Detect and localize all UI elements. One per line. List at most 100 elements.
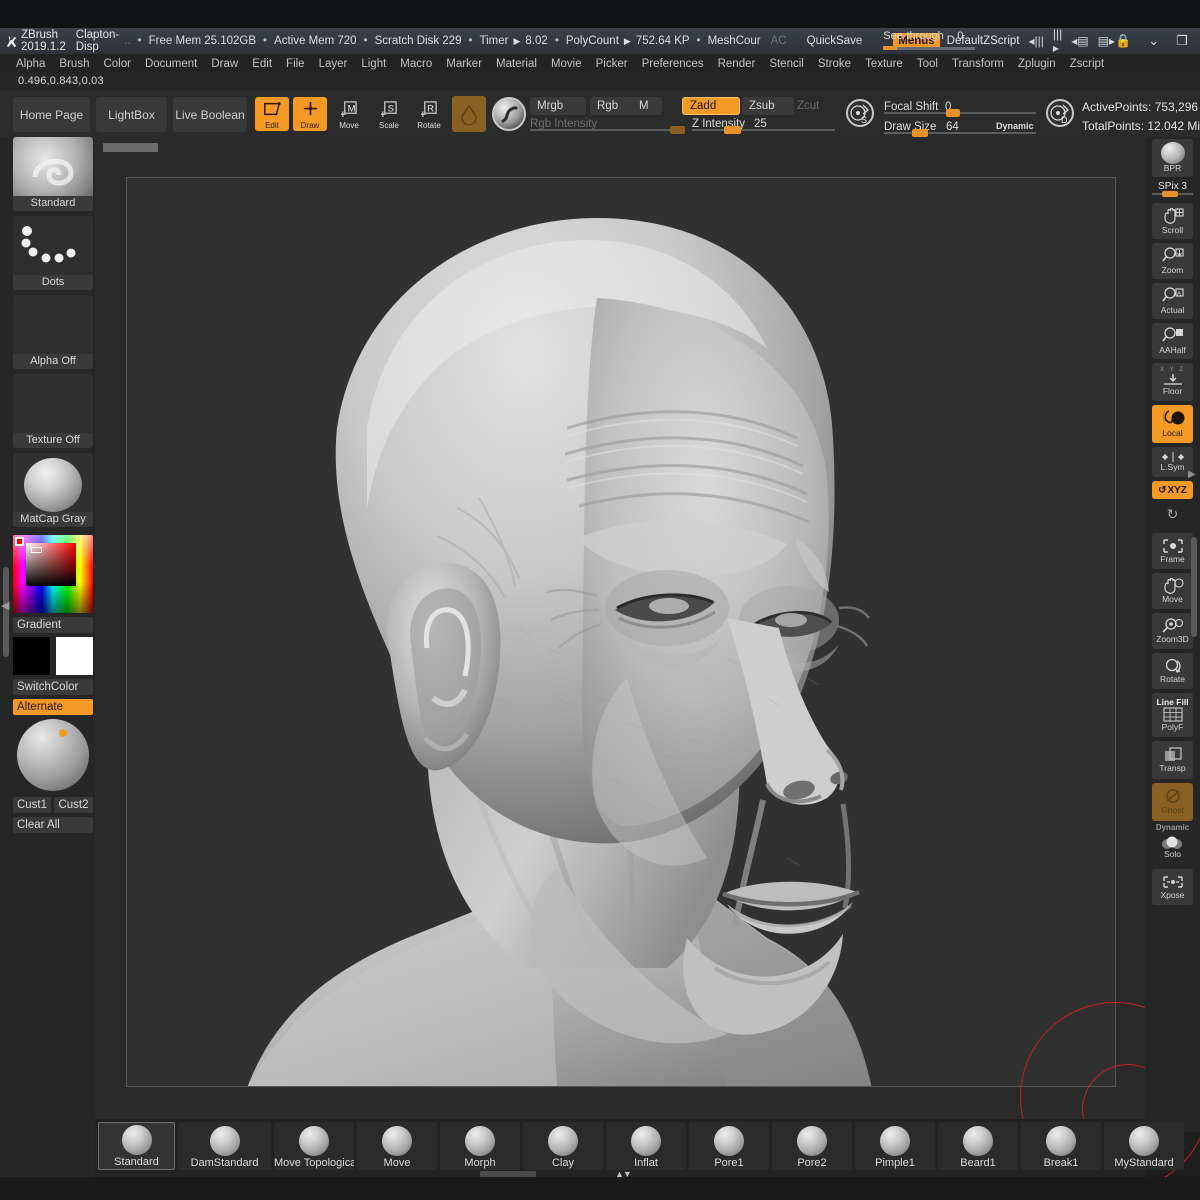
prev-script-icon[interactable]: ◂||| [1029,34,1044,48]
right-panel-expand-arrow[interactable]: ▶ [1188,469,1196,480]
spix-slider[interactable]: SPix 3 [1152,181,1193,197]
draw-size-knob[interactable] [912,129,928,137]
save-ui-icon[interactable]: ▤▸ [1098,34,1115,48]
menu-transform[interactable]: Transform [946,57,1010,71]
polyframe-button[interactable]: Line Fill PolyF [1152,693,1193,737]
zsub-button[interactable]: Zsub [742,97,794,115]
color-marker-secondary[interactable] [31,547,42,553]
menu-texture[interactable]: Texture [859,57,909,71]
quicksave-button[interactable]: QuickSave [802,35,868,47]
shelf-brush-break1[interactable]: Break1 [1021,1122,1101,1170]
move-nav-button[interactable]: Move [1152,573,1193,609]
zadd-button[interactable]: Zadd [682,97,740,115]
menu-alpha[interactable]: Alpha [10,57,51,71]
maximize-icon[interactable]: ❐ [1176,33,1188,49]
menu-draw[interactable]: Draw [205,57,244,71]
gradient-button[interactable]: Gradient [13,617,93,633]
rgb-button[interactable]: Rgb [590,97,638,115]
scroll-button[interactable]: Scroll [1152,203,1193,239]
rotate-cw-icon[interactable]: ↻ [1152,503,1193,525]
rgb-intensity-slider[interactable]: Rgb Intensity [530,118,685,134]
draw-size-slider[interactable]: Draw Size 64 Dynamic [884,121,1036,137]
z-intensity-slider[interactable]: Z Intensity 25 [692,118,835,134]
shelf-brush-move[interactable]: Move [357,1122,437,1170]
switch-color-button[interactable]: SwitchColor [13,679,93,695]
shelf-brush-pore2[interactable]: Pore2 [772,1122,852,1170]
zoom3d-button[interactable]: Zoom3D [1152,613,1193,649]
canvas-area[interactable] [95,137,1200,1192]
primary-color-swatch[interactable] [13,637,50,675]
rgb-intensity-knob[interactable] [670,126,685,134]
sculpt-model[interactable] [127,178,1116,1087]
m-button[interactable]: M [632,97,662,115]
shelf-brush-morph[interactable]: Morph [440,1122,520,1170]
focal-shift-slider[interactable]: Focal Shift 0 [884,101,1036,117]
current-alpha-tile[interactable]: Alpha Off [13,295,93,369]
color-picker[interactable] [13,535,93,613]
shelf-brush-beard1[interactable]: Beard1 [938,1122,1018,1170]
minimize-icon[interactable]: ⌄ [1148,33,1159,49]
cust2-button[interactable]: Cust2 [54,797,93,813]
zoom-button[interactable]: Zoom [1152,243,1193,279]
current-alpha-preview[interactable] [452,96,486,132]
mrgb-button[interactable]: Mrgb [530,97,586,115]
menu-marker[interactable]: Marker [440,57,488,71]
menu-movie[interactable]: Movie [545,57,588,71]
alternate-button[interactable]: Alternate [13,699,93,715]
spix-knob[interactable] [1162,191,1178,197]
menu-file[interactable]: File [280,57,311,71]
menu-render[interactable]: Render [712,57,762,71]
scale-mode-button[interactable]: S Scale [374,97,404,131]
menu-material[interactable]: Material [490,57,543,71]
local-symmetry-button[interactable]: L.Sym [1152,447,1193,477]
left-panel-scrollbar[interactable] [3,567,9,657]
xyz-button[interactable]: ↺ XYZ [1152,481,1193,499]
menu-preferences[interactable]: Preferences [636,57,710,71]
clear-all-button[interactable]: Clear All [13,817,93,833]
menu-color[interactable]: Color [97,57,136,71]
menu-brush[interactable]: Brush [53,57,95,71]
shelf-brush-inflat[interactable]: Inflat [606,1122,686,1170]
edit-mode-button[interactable]: Edit [255,97,289,131]
shelf-brush-move-topological[interactable]: Move Topologica [274,1122,354,1170]
ghost-button[interactable]: Ghost [1152,783,1193,821]
stroke-s-icon[interactable]: S [846,99,874,127]
current-stroke-tile[interactable]: Dots [13,216,93,290]
bpr-render-button[interactable]: BPR [1152,139,1193,177]
draw-mode-button[interactable]: Draw [293,97,327,131]
lock-icon[interactable]: 🔒 [1115,33,1131,49]
shelf-brush-damstandard[interactable]: DamStandard [178,1122,271,1170]
current-material-preview[interactable] [492,97,526,131]
focal-shift-knob[interactable] [946,109,960,117]
secondary-color-swatch[interactable] [56,637,93,675]
next-script-icon[interactable]: |||▸ [1053,27,1062,55]
canvas-viewport[interactable] [126,177,1116,1087]
current-material-tile[interactable]: MatCap Gray [13,453,93,527]
cust1-button[interactable]: Cust1 [13,797,51,813]
menu-stencil[interactable]: Stencil [763,57,810,71]
move-mode-button[interactable]: M Move [334,97,364,131]
shelf-brush-pore1[interactable]: Pore1 [689,1122,769,1170]
floor-button[interactable]: X Y Z Floor [1152,363,1193,401]
shelf-brush-clay[interactable]: Clay [523,1122,603,1170]
actual-size-button[interactable]: A Actual [1152,283,1193,319]
left-panel-collapse-arrow[interactable]: ◀ [1,599,9,612]
menu-document[interactable]: Document [139,57,203,71]
home-page-button[interactable]: Home Page [13,97,90,132]
menu-light[interactable]: Light [355,57,392,71]
menu-stroke[interactable]: Stroke [812,57,857,71]
material-ball-preview[interactable] [17,719,89,791]
transparency-button[interactable]: Transp [1152,741,1193,779]
menu-zplugin[interactable]: Zplugin [1012,57,1062,71]
menu-macro[interactable]: Macro [394,57,438,71]
see-through-knob[interactable] [883,46,898,50]
menu-edit[interactable]: Edit [246,57,278,71]
z-intensity-knob[interactable] [724,126,741,134]
zcut-button[interactable]: Zcut [790,97,834,115]
menu-layer[interactable]: Layer [313,57,354,71]
xpose-button[interactable]: Xpose [1152,869,1193,905]
lightbox-button[interactable]: LightBox [96,97,167,132]
shelf-brush-standard[interactable]: Standard [98,1122,175,1170]
frame-button[interactable]: Frame [1152,533,1193,569]
live-boolean-button[interactable]: Live Boolean [173,97,247,132]
